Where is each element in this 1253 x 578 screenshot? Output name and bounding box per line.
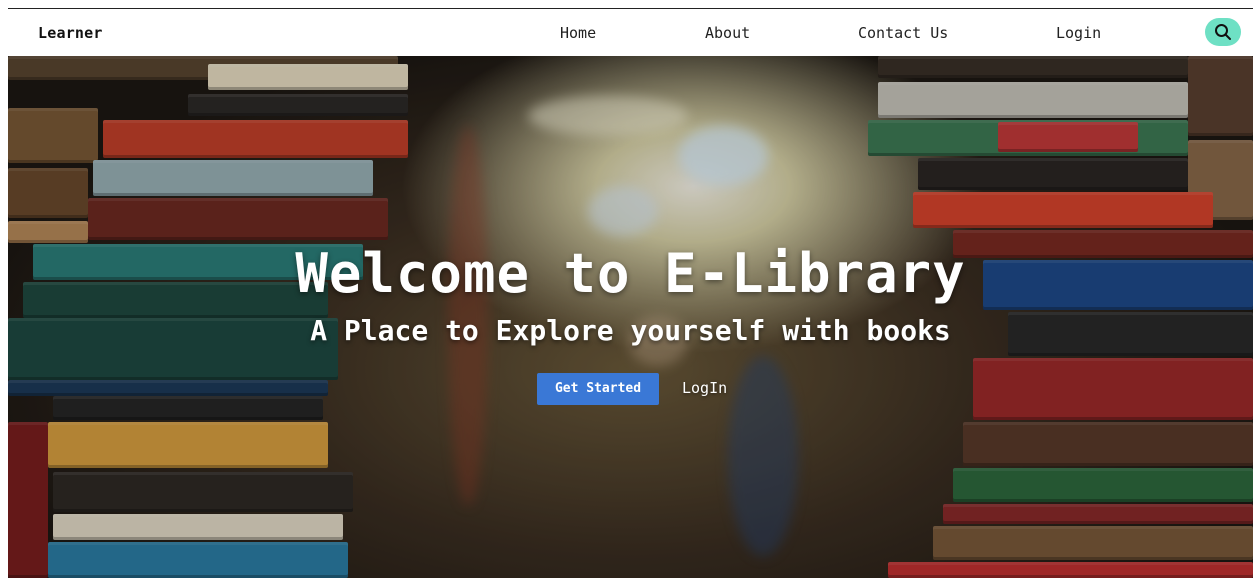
hero-banner: Welcome to E-Library A Place to Explore … [8, 56, 1253, 578]
page: Learner Home About Contact Us Login Welc… [0, 0, 1253, 578]
search-icon [1215, 24, 1231, 40]
nav-contact-us[interactable]: Contact Us [858, 24, 948, 42]
nav-login[interactable]: Login [1056, 24, 1101, 42]
hero-subtitle: A Place to Explore yourself with books [310, 314, 951, 347]
navbar: Learner Home About Contact Us Login [8, 9, 1253, 56]
hero-title: Welcome to E-Library [295, 242, 966, 305]
nav-home[interactable]: Home [560, 24, 596, 42]
nav-about[interactable]: About [705, 24, 750, 42]
hero-login-link[interactable]: LogIn [682, 379, 727, 397]
brand-logo[interactable]: Learner [38, 24, 103, 42]
get-started-button[interactable]: Get Started [537, 373, 659, 405]
search-button[interactable] [1205, 18, 1241, 46]
